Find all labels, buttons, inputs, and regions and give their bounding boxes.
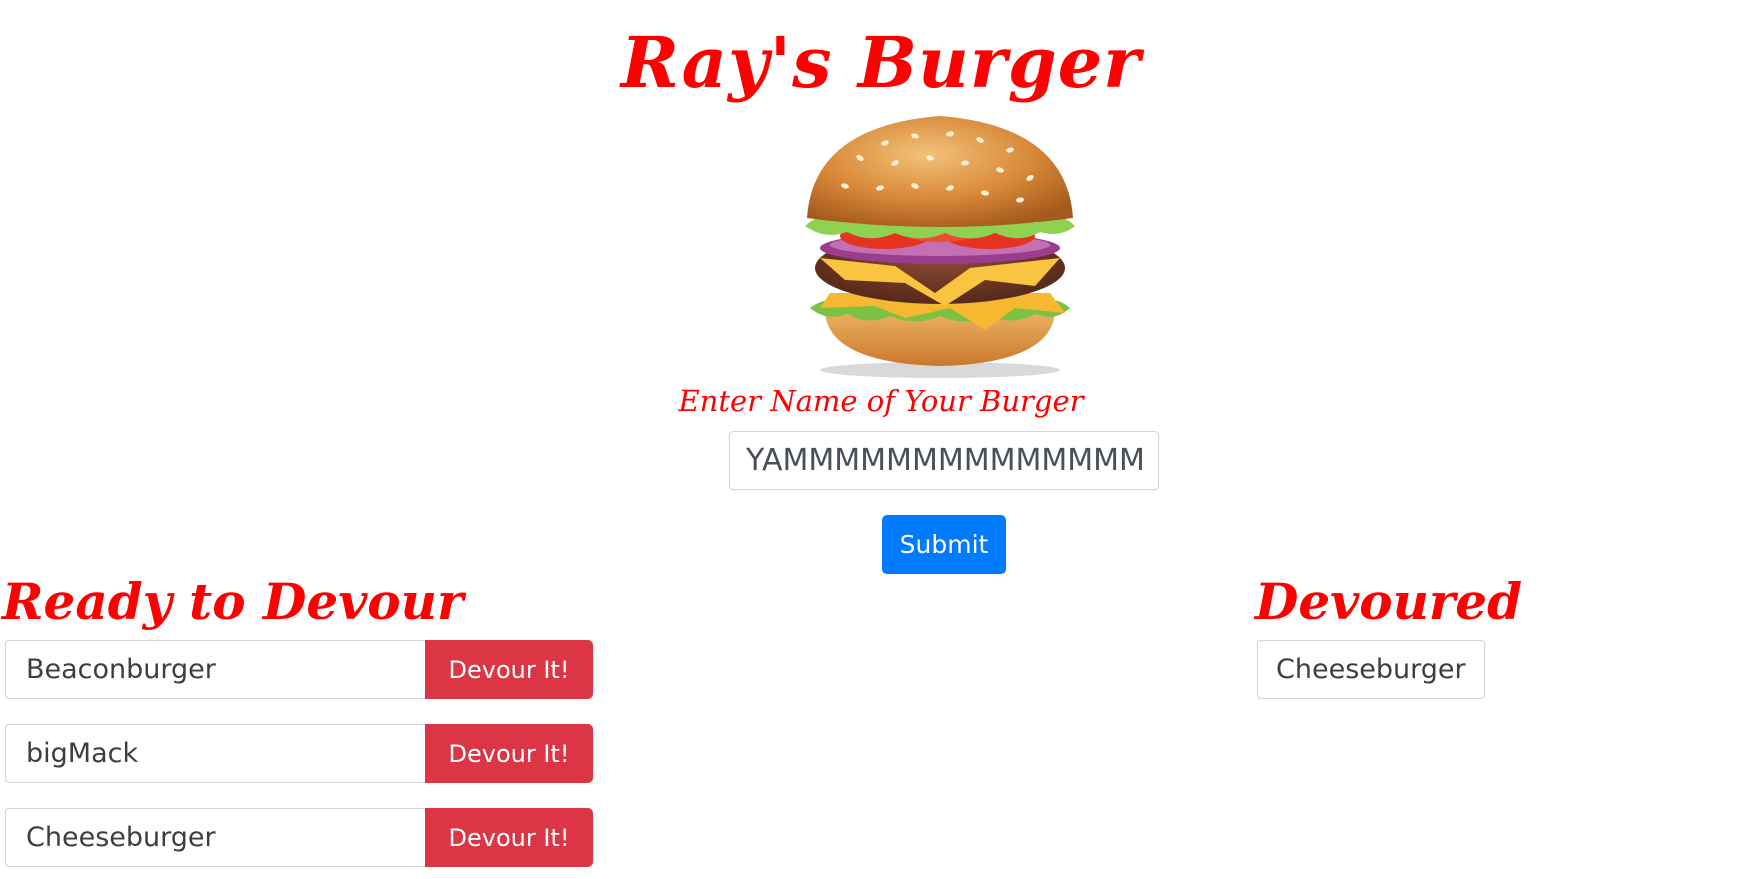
page: Ray's Burger Enter Name of Your Burger Y… [0, 0, 1762, 879]
burger-name-input[interactable] [729, 431, 1159, 490]
list-item: Beaconburger Devour It! [5, 640, 595, 699]
burger-name: Beaconburger [5, 640, 425, 699]
burger-name: bigMack [5, 724, 425, 783]
burger-name-label: Enter Name of Your Burger [678, 384, 1084, 418]
submit-button[interactable]: Submit [882, 515, 1006, 574]
ready-to-devour-list: Beaconburger Devour It! bigMack Devour I… [5, 640, 595, 879]
list-item: bigMack Devour It! [5, 724, 595, 783]
devoured-heading: Devoured [1255, 572, 1523, 631]
page-title: Ray's Burger [620, 21, 1142, 104]
devour-button[interactable]: Devour It! [425, 808, 593, 867]
list-item: Cheeseburger Devour It! [5, 808, 595, 867]
devoured-list: Cheeseburger [1257, 640, 1485, 724]
burger-image [805, 116, 1075, 378]
devour-button[interactable]: Devour It! [425, 724, 593, 783]
devour-button[interactable]: Devour It! [425, 640, 593, 699]
devoured-burger-name: Cheeseburger [1257, 640, 1485, 699]
ready-to-devour-heading: Ready to Devour [2, 572, 464, 631]
burger-name: Cheeseburger [5, 808, 425, 867]
